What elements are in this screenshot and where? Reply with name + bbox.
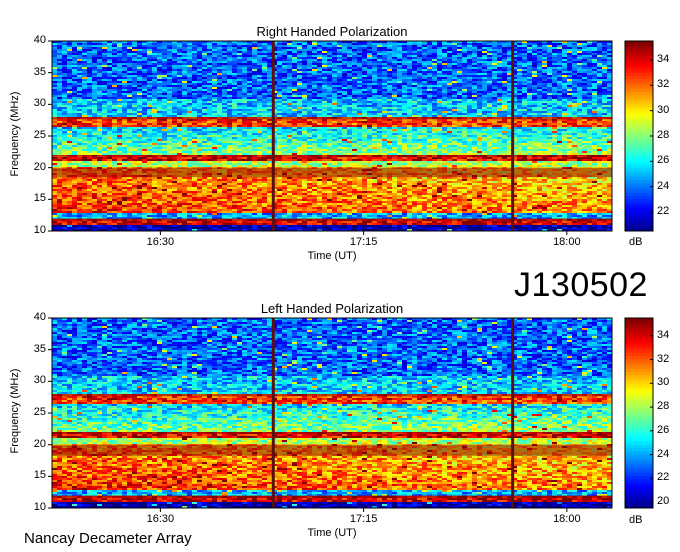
top-heatmap-cells: [51, 40, 613, 232]
